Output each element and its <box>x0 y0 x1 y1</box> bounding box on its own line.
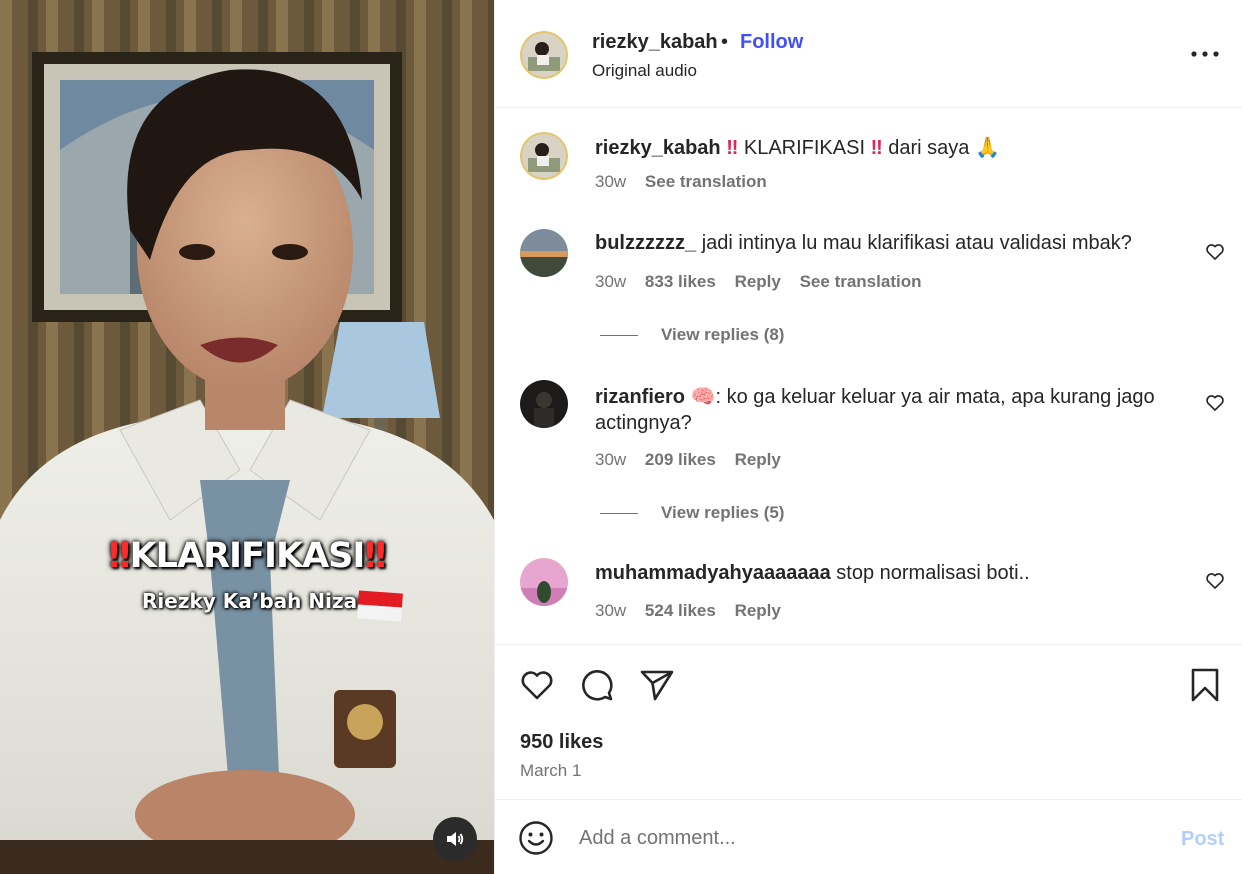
caption-avatar-image <box>520 132 568 180</box>
caption-time: 30w <box>595 172 627 191</box>
comment-bar: Post <box>495 800 1242 874</box>
comment-text: bulzzzzzz_ jadi intinya lu mau klarifika… <box>595 232 1132 255</box>
speaker-icon <box>447 832 464 846</box>
caption-tail: dari saya <box>888 137 970 159</box>
comment-username[interactable]: bulzzzzzz_ <box>595 232 696 254</box>
post-panel: riezky_kabah • Follow Original audio rie… <box>494 0 1242 874</box>
comment-reply-button[interactable]: Reply <box>735 272 781 291</box>
heart-icon[interactable] <box>1205 571 1225 591</box>
caption-see-translation[interactable]: See translation <box>645 172 767 191</box>
comment-avatar-image <box>520 229 568 277</box>
audio-label[interactable]: Original audio <box>592 61 697 81</box>
mute-button[interactable] <box>433 817 477 861</box>
emoji-icon[interactable] <box>518 820 554 856</box>
caption-avatar[interactable] <box>520 132 568 180</box>
comment-likes[interactable]: 833 likes <box>645 272 716 291</box>
overlay-bang-left: ‼ <box>108 536 131 576</box>
heart-icon[interactable] <box>519 667 555 703</box>
brain-emoji: 🧠 <box>690 386 716 408</box>
comment-avatar-image <box>520 380 568 428</box>
overlay-title-text: KLARIFIKASI <box>129 536 366 576</box>
comment-body: jadi intinya lu mau klarifikasi atau val… <box>701 232 1132 254</box>
author-username[interactable]: riezky_kabah <box>592 31 718 54</box>
comment-text: muhammadyahyaaaaaaa stop normalisasi bot… <box>595 562 1030 585</box>
action-bar: 950 likes March 1 <box>495 644 1242 800</box>
video-overlay-title: ‼KLARIFIKASI‼ <box>0 536 494 576</box>
more-icon[interactable] <box>1185 44 1225 64</box>
author-avatar[interactable] <box>520 31 568 79</box>
video-frame <box>0 0 494 874</box>
bookmark-icon[interactable] <box>1187 667 1223 703</box>
follow-button[interactable]: Follow <box>740 31 803 54</box>
caption-text: riezky_kabah ‼ KLARIFIKASI ‼ dari saya 🙏 <box>595 135 1000 160</box>
post-likes-count[interactable]: 950 likes <box>520 731 603 754</box>
comment-reply-button[interactable]: Reply <box>735 450 781 469</box>
caption-meta: 30w See translation <box>595 172 767 192</box>
comment-body-line2: actingnya? <box>595 412 692 434</box>
share-icon[interactable] <box>639 667 675 703</box>
video-player[interactable]: ‼KLARIFIKASI‼ Riezky Ka’bah Nizar <box>0 0 494 874</box>
post-button[interactable]: Post <box>1181 828 1224 851</box>
comment-body: stop normalisasi boti.. <box>836 562 1030 584</box>
comment-icon[interactable] <box>579 667 615 703</box>
comment-avatar-image <box>520 558 568 606</box>
view-replies-button[interactable]: View replies (5) <box>661 503 784 523</box>
caption-word: KLARIFIKASI <box>743 137 866 159</box>
comment-time: 30w <box>595 272 627 291</box>
author-avatar-image <box>520 31 568 79</box>
comment-likes[interactable]: 524 likes <box>645 601 716 620</box>
post-header: riezky_kabah • Follow Original audio <box>495 0 1242 108</box>
heart-icon[interactable] <box>1205 393 1225 413</box>
pray-emoji: 🙏 <box>974 137 1000 159</box>
comment-avatar[interactable] <box>520 380 568 428</box>
heart-icon[interactable] <box>1205 242 1225 262</box>
comment-input[interactable] <box>579 822 1139 854</box>
comment-meta: 30w 833 likes Reply See translation <box>595 272 921 292</box>
comment-text: rizanfiero 🧠: ko ga keluar keluar ya air… <box>595 384 1155 409</box>
comment-meta: 30w 524 likes Reply <box>595 601 781 621</box>
separator-dot: • <box>721 31 729 53</box>
replies-divider <box>600 335 638 336</box>
comment-meta: 30w 209 likes Reply <box>595 450 781 470</box>
comment-reply-button[interactable]: Reply <box>735 601 781 620</box>
comment-username[interactable]: muhammadyahyaaaaaaa <box>595 562 831 584</box>
indonesia-flag-icon <box>357 590 403 622</box>
caption-bang-left: ‼ <box>726 137 739 159</box>
caption-username[interactable]: riezky_kabah <box>595 137 721 159</box>
post-date: March 1 <box>520 761 582 780</box>
replies-divider <box>600 513 638 514</box>
comment-avatar[interactable] <box>520 229 568 277</box>
comment-likes[interactable]: 209 likes <box>645 450 716 469</box>
caption-bang-right: ‼ <box>870 137 883 159</box>
comment-body-line1: : ko ga keluar keluar ya air mata, apa k… <box>715 386 1155 408</box>
comment-time: 30w <box>595 450 627 469</box>
comment-username[interactable]: rizanfiero <box>595 386 685 408</box>
overlay-bang-right: ‼ <box>364 536 386 576</box>
comment-see-translation[interactable]: See translation <box>800 272 922 291</box>
comment-time: 30w <box>595 601 627 620</box>
view-replies-button[interactable]: View replies (8) <box>661 325 784 345</box>
comment-avatar[interactable] <box>520 558 568 606</box>
video-overlay-subtitle: Riezky Ka’bah Nizar <box>142 589 367 613</box>
